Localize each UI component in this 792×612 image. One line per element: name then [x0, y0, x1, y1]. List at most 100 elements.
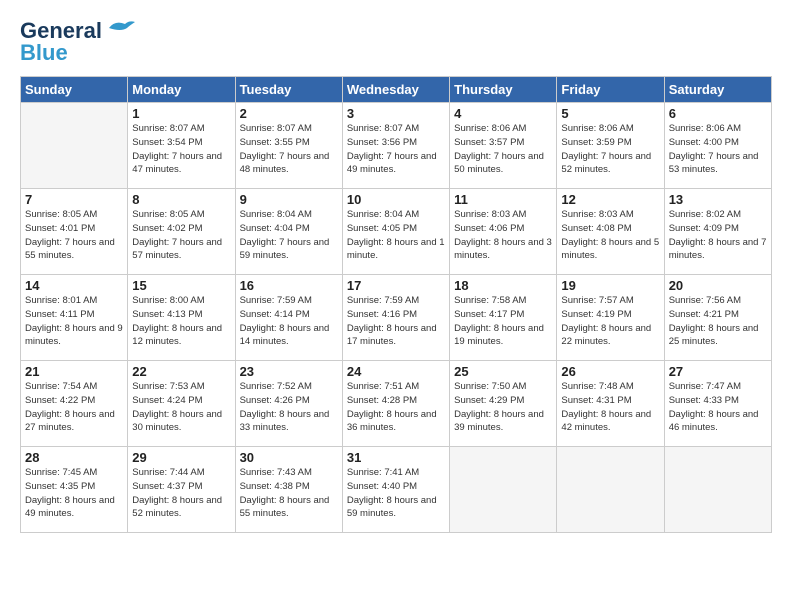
day-info: Sunrise: 8:01 AMSunset: 4:11 PMDaylight:… — [25, 294, 123, 349]
weekday-sunday: Sunday — [21, 77, 128, 103]
day-info: Sunrise: 7:52 AMSunset: 4:26 PMDaylight:… — [240, 380, 338, 435]
weekday-thursday: Thursday — [450, 77, 557, 103]
day-info: Sunrise: 7:48 AMSunset: 4:31 PMDaylight:… — [561, 380, 659, 435]
day-number: 5 — [561, 106, 659, 121]
day-number: 9 — [240, 192, 338, 207]
logo: General Blue — [20, 18, 137, 66]
calendar-cell: 4Sunrise: 8:06 AMSunset: 3:57 PMDaylight… — [450, 103, 557, 189]
day-info: Sunrise: 7:43 AMSunset: 4:38 PMDaylight:… — [240, 466, 338, 521]
day-info: Sunrise: 7:45 AMSunset: 4:35 PMDaylight:… — [25, 466, 123, 521]
calendar-cell: 16Sunrise: 7:59 AMSunset: 4:14 PMDayligh… — [235, 275, 342, 361]
week-row-2: 7Sunrise: 8:05 AMSunset: 4:01 PMDaylight… — [21, 189, 772, 275]
day-number: 27 — [669, 364, 767, 379]
week-row-5: 28Sunrise: 7:45 AMSunset: 4:35 PMDayligh… — [21, 447, 772, 533]
day-info: Sunrise: 7:56 AMSunset: 4:21 PMDaylight:… — [669, 294, 767, 349]
calendar-cell — [664, 447, 771, 533]
calendar-cell: 18Sunrise: 7:58 AMSunset: 4:17 PMDayligh… — [450, 275, 557, 361]
day-number: 18 — [454, 278, 552, 293]
weekday-wednesday: Wednesday — [342, 77, 449, 103]
day-info: Sunrise: 7:58 AMSunset: 4:17 PMDaylight:… — [454, 294, 552, 349]
weekday-tuesday: Tuesday — [235, 77, 342, 103]
day-number: 28 — [25, 450, 123, 465]
day-number: 13 — [669, 192, 767, 207]
day-number: 1 — [132, 106, 230, 121]
calendar-cell: 19Sunrise: 7:57 AMSunset: 4:19 PMDayligh… — [557, 275, 664, 361]
calendar-cell: 29Sunrise: 7:44 AMSunset: 4:37 PMDayligh… — [128, 447, 235, 533]
calendar-cell: 7Sunrise: 8:05 AMSunset: 4:01 PMDaylight… — [21, 189, 128, 275]
week-row-4: 21Sunrise: 7:54 AMSunset: 4:22 PMDayligh… — [21, 361, 772, 447]
day-number: 15 — [132, 278, 230, 293]
day-number: 11 — [454, 192, 552, 207]
day-info: Sunrise: 8:07 AMSunset: 3:55 PMDaylight:… — [240, 122, 338, 177]
day-number: 16 — [240, 278, 338, 293]
calendar-cell: 1Sunrise: 8:07 AMSunset: 3:54 PMDaylight… — [128, 103, 235, 189]
day-info: Sunrise: 8:06 AMSunset: 4:00 PMDaylight:… — [669, 122, 767, 177]
day-number: 23 — [240, 364, 338, 379]
day-number: 12 — [561, 192, 659, 207]
calendar-cell: 28Sunrise: 7:45 AMSunset: 4:35 PMDayligh… — [21, 447, 128, 533]
calendar-cell — [21, 103, 128, 189]
day-info: Sunrise: 7:59 AMSunset: 4:16 PMDaylight:… — [347, 294, 445, 349]
day-info: Sunrise: 8:03 AMSunset: 4:08 PMDaylight:… — [561, 208, 659, 263]
calendar-cell: 20Sunrise: 7:56 AMSunset: 4:21 PMDayligh… — [664, 275, 771, 361]
day-info: Sunrise: 7:44 AMSunset: 4:37 PMDaylight:… — [132, 466, 230, 521]
day-number: 20 — [669, 278, 767, 293]
day-info: Sunrise: 7:51 AMSunset: 4:28 PMDaylight:… — [347, 380, 445, 435]
calendar-cell: 26Sunrise: 7:48 AMSunset: 4:31 PMDayligh… — [557, 361, 664, 447]
day-number: 14 — [25, 278, 123, 293]
day-info: Sunrise: 7:54 AMSunset: 4:22 PMDaylight:… — [25, 380, 123, 435]
day-info: Sunrise: 8:05 AMSunset: 4:02 PMDaylight:… — [132, 208, 230, 263]
day-number: 8 — [132, 192, 230, 207]
day-info: Sunrise: 7:50 AMSunset: 4:29 PMDaylight:… — [454, 380, 552, 435]
day-info: Sunrise: 8:07 AMSunset: 3:54 PMDaylight:… — [132, 122, 230, 177]
day-info: Sunrise: 8:03 AMSunset: 4:06 PMDaylight:… — [454, 208, 552, 263]
day-number: 2 — [240, 106, 338, 121]
day-number: 6 — [669, 106, 767, 121]
calendar-cell: 2Sunrise: 8:07 AMSunset: 3:55 PMDaylight… — [235, 103, 342, 189]
calendar-cell: 14Sunrise: 8:01 AMSunset: 4:11 PMDayligh… — [21, 275, 128, 361]
day-number: 24 — [347, 364, 445, 379]
logo-blue: Blue — [20, 40, 68, 66]
calendar-cell: 22Sunrise: 7:53 AMSunset: 4:24 PMDayligh… — [128, 361, 235, 447]
day-number: 31 — [347, 450, 445, 465]
calendar-cell: 30Sunrise: 7:43 AMSunset: 4:38 PMDayligh… — [235, 447, 342, 533]
day-number: 22 — [132, 364, 230, 379]
day-number: 17 — [347, 278, 445, 293]
calendar-cell: 8Sunrise: 8:05 AMSunset: 4:02 PMDaylight… — [128, 189, 235, 275]
day-info: Sunrise: 7:59 AMSunset: 4:14 PMDaylight:… — [240, 294, 338, 349]
day-number: 21 — [25, 364, 123, 379]
day-info: Sunrise: 8:07 AMSunset: 3:56 PMDaylight:… — [347, 122, 445, 177]
calendar-cell: 5Sunrise: 8:06 AMSunset: 3:59 PMDaylight… — [557, 103, 664, 189]
day-info: Sunrise: 8:02 AMSunset: 4:09 PMDaylight:… — [669, 208, 767, 263]
day-number: 30 — [240, 450, 338, 465]
day-number: 29 — [132, 450, 230, 465]
calendar-cell: 24Sunrise: 7:51 AMSunset: 4:28 PMDayligh… — [342, 361, 449, 447]
calendar-cell: 27Sunrise: 7:47 AMSunset: 4:33 PMDayligh… — [664, 361, 771, 447]
calendar-table: SundayMondayTuesdayWednesdayThursdayFrid… — [20, 76, 772, 533]
day-info: Sunrise: 8:06 AMSunset: 3:59 PMDaylight:… — [561, 122, 659, 177]
day-info: Sunrise: 7:57 AMSunset: 4:19 PMDaylight:… — [561, 294, 659, 349]
calendar-cell: 12Sunrise: 8:03 AMSunset: 4:08 PMDayligh… — [557, 189, 664, 275]
calendar-cell: 9Sunrise: 8:04 AMSunset: 4:04 PMDaylight… — [235, 189, 342, 275]
day-info: Sunrise: 7:47 AMSunset: 4:33 PMDaylight:… — [669, 380, 767, 435]
calendar-cell — [557, 447, 664, 533]
day-number: 3 — [347, 106, 445, 121]
day-number: 10 — [347, 192, 445, 207]
logo-bird-icon — [107, 18, 137, 40]
calendar-cell: 31Sunrise: 7:41 AMSunset: 4:40 PMDayligh… — [342, 447, 449, 533]
calendar-cell: 21Sunrise: 7:54 AMSunset: 4:22 PMDayligh… — [21, 361, 128, 447]
calendar-cell: 25Sunrise: 7:50 AMSunset: 4:29 PMDayligh… — [450, 361, 557, 447]
calendar-cell: 11Sunrise: 8:03 AMSunset: 4:06 PMDayligh… — [450, 189, 557, 275]
weekday-header-row: SundayMondayTuesdayWednesdayThursdayFrid… — [21, 77, 772, 103]
week-row-3: 14Sunrise: 8:01 AMSunset: 4:11 PMDayligh… — [21, 275, 772, 361]
day-info: Sunrise: 7:41 AMSunset: 4:40 PMDaylight:… — [347, 466, 445, 521]
week-row-1: 1Sunrise: 8:07 AMSunset: 3:54 PMDaylight… — [21, 103, 772, 189]
day-info: Sunrise: 8:04 AMSunset: 4:05 PMDaylight:… — [347, 208, 445, 263]
calendar-cell: 17Sunrise: 7:59 AMSunset: 4:16 PMDayligh… — [342, 275, 449, 361]
weekday-friday: Friday — [557, 77, 664, 103]
calendar-cell — [450, 447, 557, 533]
day-info: Sunrise: 8:06 AMSunset: 3:57 PMDaylight:… — [454, 122, 552, 177]
day-number: 19 — [561, 278, 659, 293]
header: General Blue — [20, 18, 772, 66]
calendar-cell: 6Sunrise: 8:06 AMSunset: 4:00 PMDaylight… — [664, 103, 771, 189]
